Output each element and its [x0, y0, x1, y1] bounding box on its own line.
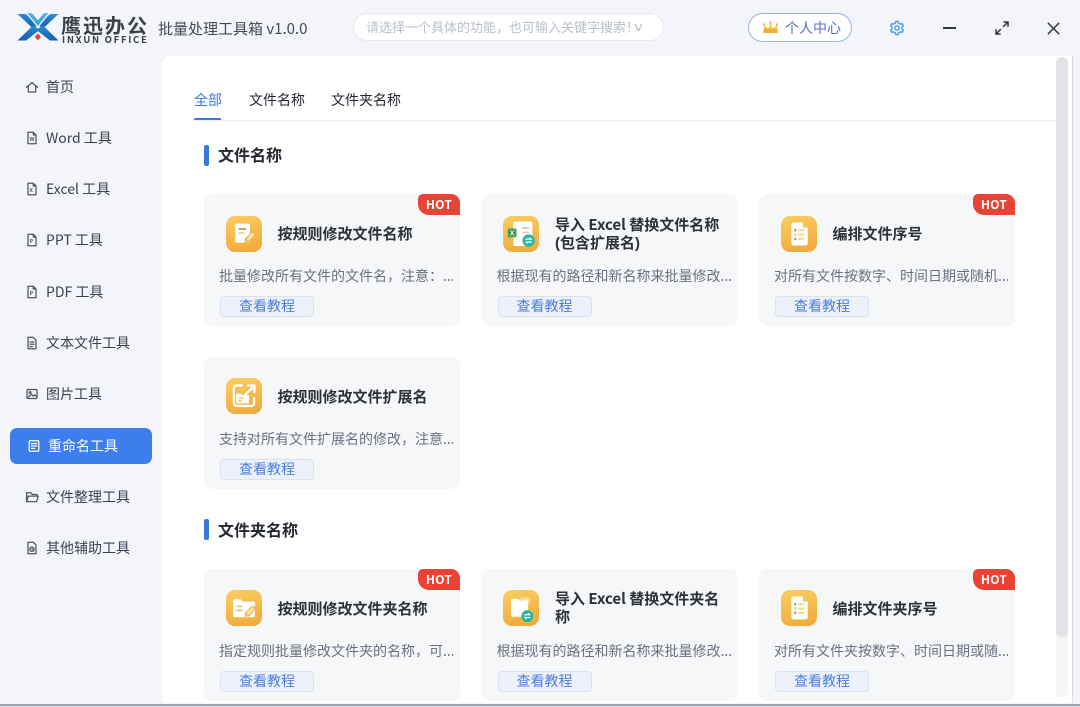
svg-text:P: P — [30, 289, 34, 297]
svg-text:P: P — [30, 237, 34, 245]
svg-text:X: X — [510, 229, 515, 237]
svg-text:X: X — [30, 186, 34, 194]
svg-text:W: W — [30, 135, 35, 143]
